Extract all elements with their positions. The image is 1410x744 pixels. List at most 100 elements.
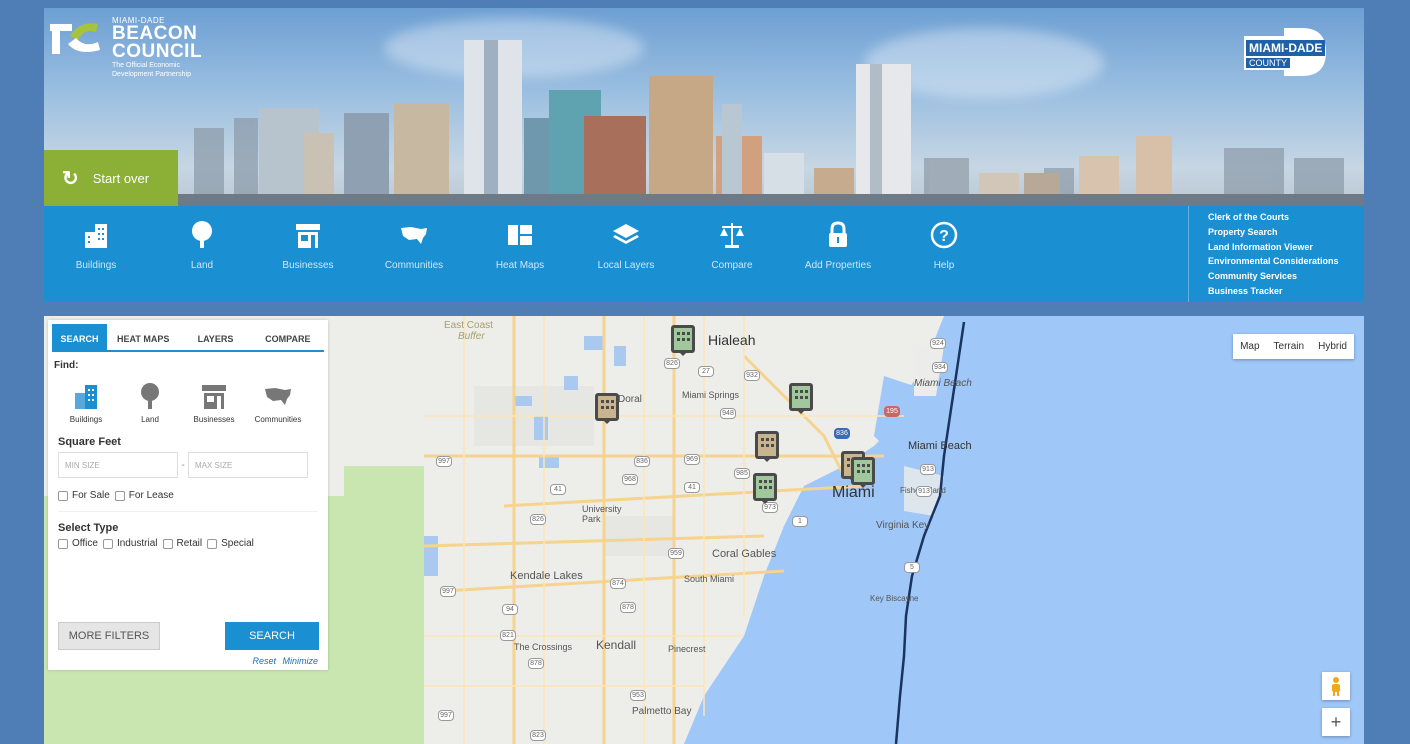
map-label: Key Biscayne (870, 594, 919, 603)
highway-shield: 94 (502, 604, 518, 615)
min-size-input[interactable]: MIN SIZE (58, 452, 178, 478)
toolbar-land[interactable]: Land (152, 220, 252, 271)
tree-icon (192, 221, 212, 248)
retail-checkbox[interactable]: Retail (162, 538, 202, 549)
category-buildings[interactable]: Buildings (54, 381, 118, 424)
map-label: The Crossings (514, 642, 573, 652)
county-name: MIAMI-DADE (1246, 40, 1326, 56)
map-label: University Park (582, 504, 622, 524)
building-marker-icon[interactable] (788, 382, 814, 414)
street-view-pegman-icon[interactable] (1322, 672, 1350, 700)
map-type-hybrid[interactable]: Hybrid (1311, 334, 1354, 359)
beacon-council-logo[interactable]: MIAMI-DADE BEACON COUNCIL The Official E… (50, 16, 202, 79)
toolbar-label: Land (190, 260, 214, 271)
highway-shield: 836 (834, 428, 850, 439)
link-property-search[interactable]: Property Search (1208, 225, 1339, 240)
map-type-map[interactable]: Map (1233, 334, 1266, 359)
for-lease-checkbox[interactable]: For Lease (114, 490, 174, 501)
checkbox-label: Industrial (116, 538, 158, 549)
highway-shield: 969 (684, 454, 700, 465)
link-clerk-of-the-courts[interactable]: Clerk of the Courts (1208, 210, 1339, 225)
checkbox-label: Office (72, 538, 98, 549)
toolbar-buildings[interactable]: Buildings (46, 220, 146, 271)
toolbar-compare[interactable]: Compare (682, 220, 782, 271)
special-checkbox[interactable]: Special (207, 538, 254, 549)
tab-compare[interactable]: COMPARE (252, 324, 324, 350)
more-filters-button[interactable]: MORE FILTERS (58, 622, 160, 650)
highway-shield: 913 (920, 464, 936, 475)
toolbar-add-properties[interactable]: Add Properties (788, 220, 888, 271)
highway-shield: 932 (744, 370, 760, 381)
storefront-icon (296, 224, 320, 248)
building-marker-icon[interactable] (594, 392, 620, 424)
max-size-input[interactable]: MAX SIZE (188, 452, 308, 478)
buildings-icon (85, 224, 107, 248)
panel-links: Reset Minimize (248, 656, 318, 666)
map-label: Miami Beach (908, 440, 972, 452)
toolbar-communities[interactable]: Communities (364, 220, 464, 271)
category-land[interactable]: Land (118, 381, 182, 424)
storefront-icon (202, 385, 226, 409)
building-marker-icon[interactable] (754, 430, 780, 462)
link-environmental-considerations[interactable]: Environmental Considerations (1208, 254, 1339, 269)
logo-line-3: COUNCIL (112, 41, 203, 62)
start-over-button[interactable]: ↻ Start over (44, 150, 178, 206)
map-label: South Miami (684, 574, 735, 584)
highway-shield: 27 (698, 366, 714, 377)
square-feet-label: Square Feet (58, 436, 121, 448)
toolbar-heat-maps[interactable]: Heat Maps (470, 220, 570, 271)
buildings-icon (75, 385, 97, 409)
industrial-checkbox[interactable]: Industrial (102, 538, 158, 549)
search-button[interactable]: SEARCH (225, 622, 319, 650)
highway-shield: 985 (734, 468, 750, 479)
checkbox-box (207, 538, 218, 549)
highway-shield: 5 (904, 562, 920, 573)
highway-shield: 826 (664, 358, 680, 369)
quick-links: Clerk of the Courts Property Search Land… (1188, 206, 1339, 302)
for-sale-checkbox[interactable]: For Sale (58, 490, 110, 501)
toolbar-help[interactable]: ? Help (894, 220, 994, 271)
office-checkbox[interactable]: Office (58, 538, 98, 549)
toolbar-label: Heat Maps (495, 260, 545, 271)
category-label: Land (141, 415, 159, 424)
toolbar-label: Communities (384, 260, 444, 271)
miami-dade-county-logo[interactable]: MIAMI-DADE COUNTY (1244, 24, 1328, 85)
map-label: Virginia Key (876, 520, 930, 531)
logo-tagline-2: Development Partnership (112, 71, 191, 78)
map-type-terrain[interactable]: Terrain (1267, 334, 1312, 359)
highway-shield: 968 (622, 474, 638, 485)
toolbar-businesses[interactable]: Businesses (258, 220, 358, 271)
reset-link[interactable]: Reset (252, 656, 276, 666)
tab-heat-maps[interactable]: HEAT MAPS (107, 324, 179, 350)
tab-layers[interactable]: LAYERS (179, 324, 251, 350)
map-label: Hialeah (708, 332, 756, 348)
select-type-label: Select Type (58, 522, 119, 534)
usa-map-icon (265, 388, 291, 405)
question-circle-icon: ? (930, 221, 958, 249)
building-marker-icon[interactable] (850, 456, 876, 488)
tab-search[interactable]: SEARCH (52, 324, 107, 350)
minimize-link[interactable]: Minimize (282, 656, 318, 666)
checkbox-label: Special (221, 538, 254, 549)
toolbar-label: Local Layers (597, 260, 655, 271)
highway-shield: 826 (530, 514, 546, 525)
checkbox-box (162, 538, 173, 549)
zoom-in-button[interactable]: + (1322, 708, 1350, 736)
checkbox-box (58, 490, 68, 501)
map-label: Kendale Lakes (510, 570, 583, 582)
link-business-tracker[interactable]: Business Tracker (1208, 284, 1339, 299)
link-community-services[interactable]: Community Services (1208, 269, 1339, 284)
category-label: Businesses (193, 415, 235, 424)
highway-shield: 997 (440, 586, 456, 597)
link-land-information-viewer[interactable]: Land Information Viewer (1208, 240, 1339, 255)
category-businesses[interactable]: Businesses (182, 381, 246, 424)
building-marker-icon[interactable] (670, 324, 696, 356)
svg-text:?: ? (939, 228, 949, 245)
toolbar-local-layers[interactable]: Local Layers (576, 220, 676, 271)
category-communities[interactable]: Communities (246, 381, 310, 424)
building-marker-icon[interactable] (752, 472, 778, 504)
heatmap-grid-icon (508, 225, 532, 245)
map-label: Miami Beach (914, 378, 972, 389)
map-label: Buffer (458, 331, 485, 342)
map-type-control: Map Terrain Hybrid (1233, 334, 1354, 359)
